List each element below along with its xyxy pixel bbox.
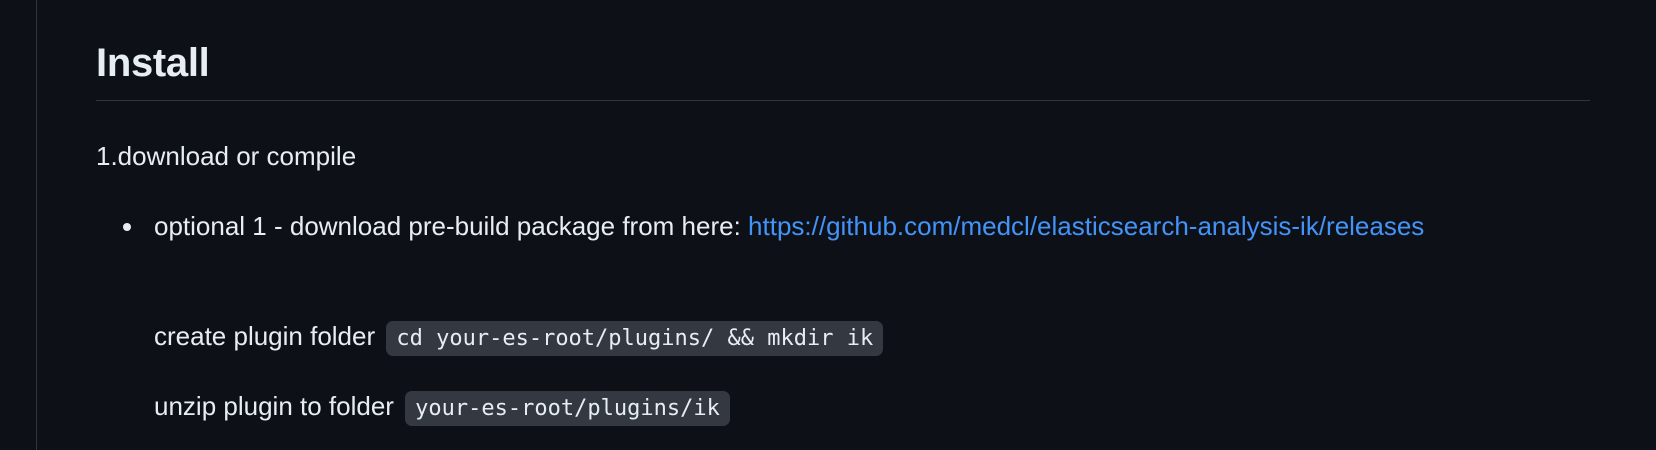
releases-link[interactable]: https://github.com/medcl/elasticsearch-a…	[748, 211, 1424, 241]
content-left-border	[36, 0, 37, 450]
option-1-text: optional 1 - download pre-build package …	[154, 206, 1574, 246]
step-download-or-compile: 1.download or compile	[96, 141, 357, 171]
create-folder-command: cd your-es-root/plugins/ && mkdir ik	[386, 321, 884, 356]
create-plugin-folder-paragraph: create plugin folder cd your-es-root/plu…	[154, 316, 884, 359]
install-heading: Install	[96, 41, 210, 85]
option-1-label: optional 1 - download pre-build package …	[154, 211, 749, 241]
install-options-list: optional 1 - download pre-build package …	[96, 206, 1590, 246]
unzip-plugin-paragraph: unzip plugin to folder your-es-root/plug…	[154, 386, 730, 429]
readme-page: Install 1.download or compile optional 1…	[0, 0, 1656, 450]
heading-divider	[96, 100, 1590, 101]
list-item-option-1: optional 1 - download pre-build package …	[96, 206, 1590, 246]
unzip-label: unzip plugin to folder	[154, 391, 402, 421]
unzip-path-code: your-es-root/plugins/ik	[405, 391, 730, 426]
create-folder-label: create plugin folder	[154, 321, 383, 351]
bullet-dot-icon	[123, 223, 131, 231]
